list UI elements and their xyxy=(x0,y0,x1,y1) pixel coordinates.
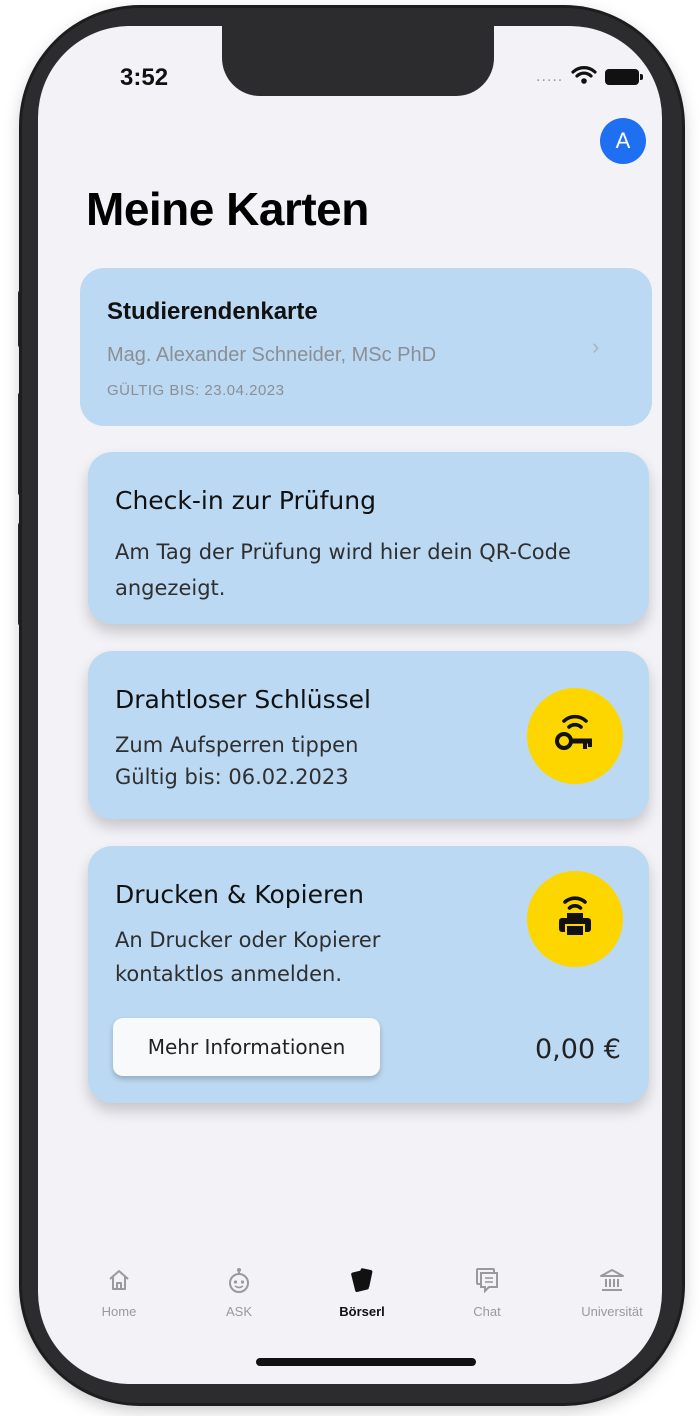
wireless-key-icon xyxy=(550,709,600,764)
wireless-key-hint: Zum Aufsperren tippen xyxy=(115,733,359,757)
tab-label-ask: ASK xyxy=(225,1304,252,1319)
wireless-printer-icon xyxy=(550,892,600,947)
chevron-right-icon: › xyxy=(592,334,600,359)
page-title: Meine Karten xyxy=(86,183,369,235)
signal-dots: ..... xyxy=(536,68,564,85)
print-copy-description-line1: An Drucker oder Kopierer xyxy=(115,928,381,952)
wireless-key-button[interactable] xyxy=(527,688,623,784)
wifi-icon xyxy=(571,65,597,90)
tab-label-boerserl: Börserl xyxy=(339,1304,385,1319)
print-copy-title: Drucken & Kopieren xyxy=(115,880,364,909)
tab-universitaet[interactable]: Universität xyxy=(562,1262,662,1319)
wireless-key-card[interactable]: Drahtloser Schlüssel Zum Aufsperren tipp… xyxy=(88,651,649,819)
exam-checkin-card[interactable]: Check-in zur Prüfung Am Tag der Prüfung … xyxy=(88,452,649,624)
robot-icon xyxy=(189,1262,289,1298)
status-indicators: ..... xyxy=(536,64,644,90)
checkin-title: Check-in zur Prüfung xyxy=(115,486,376,515)
print-balance: 0,00 € xyxy=(535,1034,621,1065)
chat-icon xyxy=(437,1262,537,1298)
wireless-printer-button[interactable] xyxy=(527,871,623,967)
print-copy-description-line2: kontaktlos anmelden. xyxy=(115,962,342,986)
tab-home[interactable]: Home xyxy=(69,1262,169,1319)
status-time: 3:52 xyxy=(120,64,169,91)
tab-boerserl[interactable]: Börserl xyxy=(312,1262,412,1319)
student-card[interactable]: Studierendenkarte Mag. Alexander Schneid… xyxy=(80,268,652,426)
battery-icon xyxy=(605,69,644,85)
home-icon xyxy=(69,1262,169,1298)
tab-bar: Home ASK Börserl Chat Universität xyxy=(60,1262,680,1332)
wireless-key-validity: Gültig bis: 06.02.2023 xyxy=(115,765,349,789)
tab-chat[interactable]: Chat xyxy=(437,1262,537,1319)
student-card-title: Studierendenkarte xyxy=(107,298,318,325)
student-name: Mag. Alexander Schneider, MSc PhD xyxy=(107,344,437,366)
tab-ask[interactable]: ASK xyxy=(189,1262,289,1319)
avatar[interactable]: A xyxy=(600,118,646,164)
more-info-button[interactable]: Mehr Informationen xyxy=(113,1018,380,1076)
tab-label-home: Home xyxy=(101,1304,137,1319)
tab-label-chat: Chat xyxy=(473,1304,501,1319)
university-icon xyxy=(562,1262,662,1298)
student-card-validity: GÜLTIG BIS: 23.04.2023 xyxy=(107,382,285,399)
checkin-description-line1: Am Tag der Prüfung wird hier dein QR-Cod… xyxy=(115,540,571,564)
tab-label-universitaet: Universität xyxy=(581,1304,643,1319)
wireless-key-title: Drahtloser Schlüssel xyxy=(115,685,371,714)
print-copy-card[interactable]: Drucken & Kopieren An Drucker oder Kopie… xyxy=(88,846,649,1103)
wallet-cards-icon xyxy=(312,1262,412,1298)
home-indicator[interactable] xyxy=(256,1358,476,1366)
notch xyxy=(222,26,494,96)
checkin-description-line2: angezeigt. xyxy=(115,576,226,600)
